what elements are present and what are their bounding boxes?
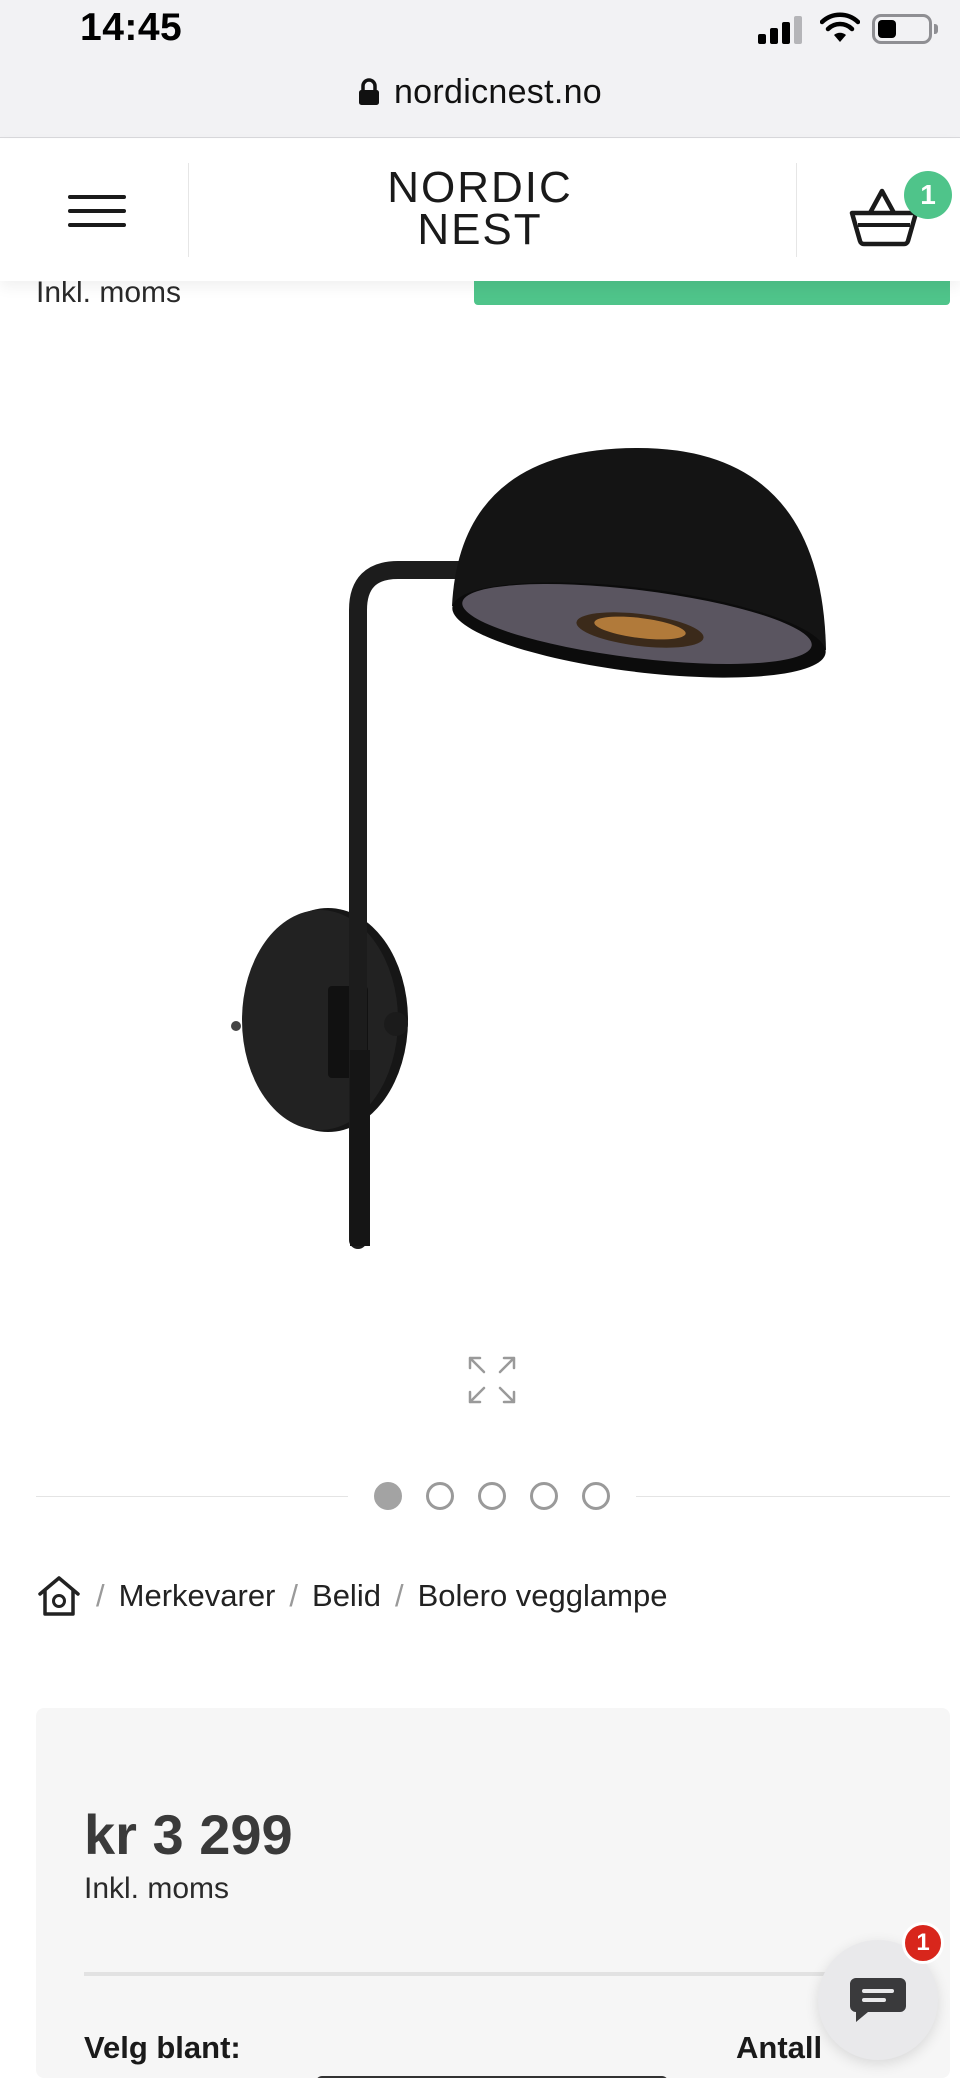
breadcrumb-separator: / bbox=[96, 1578, 105, 1613]
sticky-moms-text: Inkl. moms bbox=[36, 276, 182, 309]
url-text: nordicnest.no bbox=[393, 72, 603, 111]
logo-line-2: NEST bbox=[417, 205, 543, 254]
price-card: kr 3 299 Inkl. moms Velg blant: Antall bbox=[36, 1708, 950, 2078]
cart-button[interactable]: 1 bbox=[848, 169, 952, 259]
lock-icon bbox=[358, 78, 379, 105]
site-header: NORDIC NEST 1 bbox=[0, 139, 960, 281]
breadcrumb-separator: / bbox=[289, 1578, 299, 1613]
carousel-dot-5[interactable] bbox=[582, 1482, 610, 1510]
quantity-label: Antall bbox=[736, 2030, 823, 2065]
browser-chrome: 14:45 nordicnest.no bbox=[0, 0, 960, 138]
breadcrumb-separator: / bbox=[394, 1578, 404, 1613]
breadcrumb-belid[interactable]: Belid bbox=[312, 1578, 381, 1614]
chat-icon bbox=[850, 1978, 906, 2022]
chat-unread-badge: 1 bbox=[902, 1922, 944, 1964]
status-time: 14:45 bbox=[80, 6, 183, 49]
menu-icon bbox=[68, 195, 126, 199]
breadcrumb: / Merkevarer / Belid / Bolero vegglampe bbox=[36, 1568, 667, 1624]
cellular-signal-icon bbox=[758, 16, 802, 44]
home-icon[interactable] bbox=[36, 1574, 82, 1618]
carousel-dot-1[interactable] bbox=[374, 1482, 402, 1510]
expand-icon[interactable] bbox=[466, 1354, 518, 1406]
product-price: kr 3 299 bbox=[84, 1803, 293, 1866]
logo-line-1: NORDIC bbox=[387, 163, 573, 212]
wifi-icon bbox=[820, 12, 860, 42]
variant-select-label: Velg blant: bbox=[84, 2030, 241, 2065]
carousel-dot-2[interactable] bbox=[426, 1482, 454, 1510]
breadcrumb-current: Bolero vegglampe bbox=[417, 1578, 668, 1613]
address-bar[interactable]: nordicnest.no bbox=[0, 62, 960, 122]
price-moms-text: Inkl. moms bbox=[84, 1872, 230, 1905]
site-logo[interactable]: NORDIC NEST bbox=[380, 163, 580, 254]
image-carousel-indicator bbox=[36, 1480, 950, 1512]
add-to-cart-button-partial[interactable] bbox=[474, 281, 950, 305]
product-image[interactable] bbox=[180, 420, 860, 1260]
cart-count-badge: 1 bbox=[904, 171, 952, 219]
battery-icon bbox=[872, 14, 938, 44]
breadcrumb-merkevarer[interactable]: Merkevarer bbox=[119, 1578, 276, 1614]
carousel-dot-4[interactable] bbox=[530, 1482, 558, 1510]
divider bbox=[84, 1972, 874, 1976]
carousel-dot-3[interactable] bbox=[478, 1482, 506, 1510]
menu-button[interactable] bbox=[52, 177, 138, 243]
